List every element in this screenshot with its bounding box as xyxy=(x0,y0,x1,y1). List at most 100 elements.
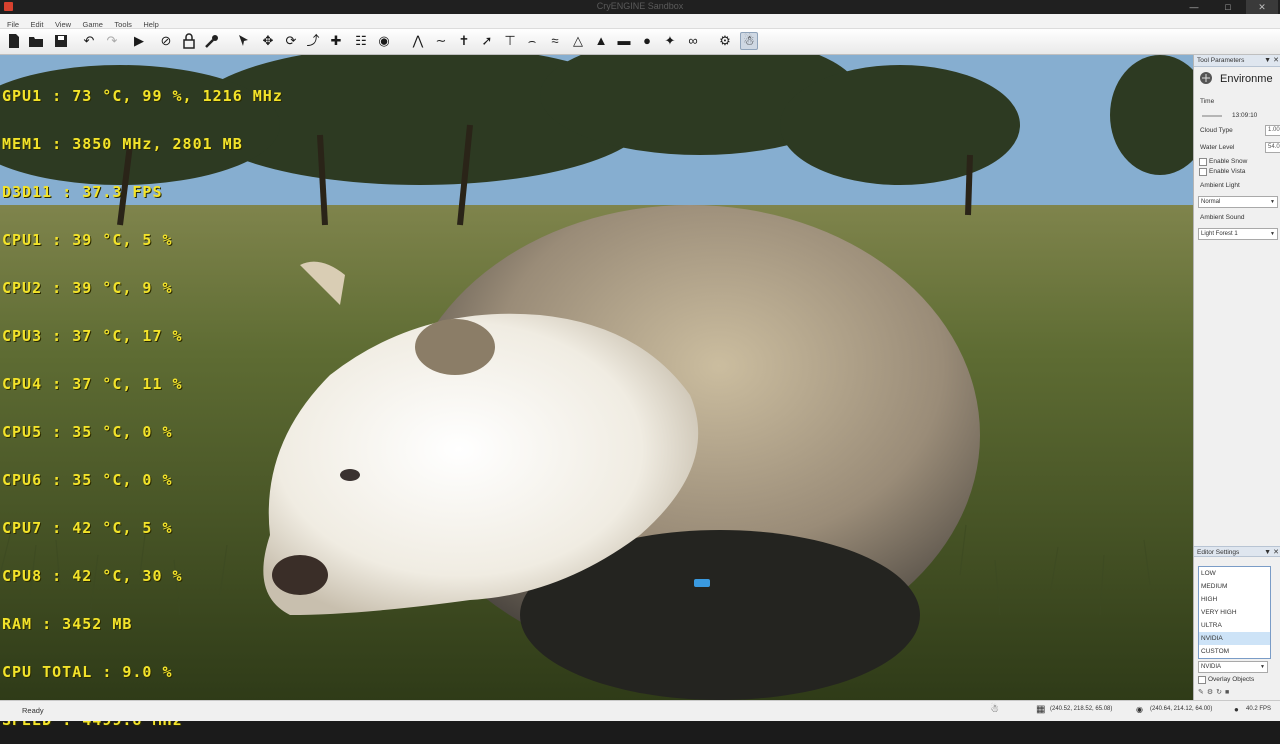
ambient-light-value: Normal xyxy=(1201,199,1221,205)
cloud-type-label: Cloud Type xyxy=(1200,127,1233,134)
brush-icon[interactable]: ≈ xyxy=(547,33,563,49)
close-panel-icon[interactable]: ✕ xyxy=(1273,55,1279,66)
pin-icon[interactable]: ▼ xyxy=(1264,547,1271,558)
camera-icon[interactable]: ● xyxy=(639,33,655,49)
save-icon[interactable] xyxy=(53,33,69,49)
stat-label: D3D11 xyxy=(2,183,53,201)
pin-icon[interactable]: ▼ xyxy=(1264,55,1271,66)
ambient-sound-label: Ambient Sound xyxy=(1200,214,1245,221)
undo-icon[interactable]: ↶ xyxy=(81,33,97,49)
maximize-button[interactable]: □ xyxy=(1212,0,1244,14)
lock-icon[interactable] xyxy=(181,33,197,49)
right-panel: Tool Parameters ▼ ✕ Environme Time 13:09… xyxy=(1193,55,1280,700)
water-level-field[interactable]: 54.0 xyxy=(1265,142,1280,153)
stat-row: CPU7 : 42 °C, 5 % xyxy=(2,520,283,536)
stat-label: CPU7 xyxy=(2,519,43,537)
rotate-icon[interactable]: ⟳ xyxy=(283,33,299,49)
cloud-type-field[interactable]: 1.00 xyxy=(1265,125,1280,136)
quality-option[interactable]: LOW xyxy=(1199,567,1270,580)
status-text: Ready xyxy=(22,706,44,715)
enable-snow-label: Enable Snow xyxy=(1209,158,1248,165)
close-panel-icon[interactable]: ✕ xyxy=(1273,547,1279,558)
wrench-icon[interactable] xyxy=(204,33,220,49)
overlay-objects-checkbox[interactable] xyxy=(1198,676,1206,684)
walker-icon[interactable]: ☃ xyxy=(990,704,999,715)
time-slider[interactable] xyxy=(1202,115,1222,117)
snap-grid-icon[interactable]: ✚ xyxy=(328,33,344,49)
fps-camera-icon[interactable]: ☃ xyxy=(740,32,758,50)
stat-label: CPU6 xyxy=(2,471,43,489)
open-folder-icon[interactable] xyxy=(28,33,44,49)
camera-coords: (240.64, 214.12, 64.00) xyxy=(1150,706,1213,712)
shape-icon[interactable]: ✝ xyxy=(456,33,472,49)
quality-option[interactable]: CUSTOM xyxy=(1199,645,1270,658)
play-icon[interactable]: ▶ xyxy=(131,33,147,49)
vegetation-icon[interactable]: ⌢ xyxy=(524,33,540,49)
close-button[interactable]: ✕ xyxy=(1246,0,1278,14)
stat-value: : 73 °C, 99 %, 1216 MHz xyxy=(52,87,283,105)
stat-row: CPU TOTAL : 9.0 % xyxy=(2,664,283,680)
quality-select[interactable]: NVIDIA ▼ xyxy=(1198,661,1268,673)
app-icon xyxy=(4,2,13,11)
object-icon[interactable]: ◉ xyxy=(376,33,392,49)
stat-value: : 3452 MB xyxy=(42,615,133,633)
camera-pos-icon: ◉ xyxy=(1136,705,1143,714)
stat-label: CPU TOTAL xyxy=(2,663,93,681)
stat-row: CPU5 : 35 °C, 0 % xyxy=(2,424,283,440)
stat-label: CPU1 xyxy=(2,231,43,249)
enable-snow-checkbox[interactable] xyxy=(1199,158,1207,166)
ambient-light-select[interactable]: Normal ▼ xyxy=(1198,196,1278,208)
physics-icon[interactable]: ∞ xyxy=(685,33,701,49)
stat-row: RAM : 3452 MB xyxy=(2,616,283,632)
tool-parameters-header: Tool Parameters ▼ ✕ xyxy=(1194,55,1280,67)
ambient-sound-value: Light Forest 1 xyxy=(1201,231,1238,237)
river-icon[interactable]: ∼ xyxy=(433,33,449,49)
quality-option[interactable]: VERY HIGH xyxy=(1199,606,1270,619)
stat-row: CPU4 : 37 °C, 11 % xyxy=(2,376,283,392)
stat-row: CPU2 : 39 °C, 9 % xyxy=(2,280,283,296)
quality-option[interactable]: HIGH xyxy=(1199,593,1270,606)
editor-settings-title: Editor Settings xyxy=(1197,549,1240,556)
stat-row: CPU8 : 42 °C, 30 % xyxy=(2,568,283,584)
stat-label: CPU3 xyxy=(2,327,43,345)
enable-vista-checkbox[interactable] xyxy=(1199,168,1207,176)
select-cursor-icon[interactable] xyxy=(236,33,252,49)
ai-point-icon[interactable]: ▬ xyxy=(616,33,632,49)
minimize-button[interactable]: — xyxy=(1178,0,1210,14)
solid-icon[interactable]: ▲ xyxy=(593,33,609,49)
stat-row: MEM1 : 3850 MHz, 2801 MB xyxy=(2,136,283,152)
status-bar: Ready ☃ ▦ (240.52, 218.52, 65.08) ◉ (240… xyxy=(0,700,1280,721)
settings-gear-icon[interactable]: ⚙ xyxy=(717,33,733,49)
quality-option-selected[interactable]: NVIDIA xyxy=(1199,632,1270,645)
stat-row: CPU1 : 39 °C, 5 % xyxy=(2,232,283,248)
toolbar: ↶ ↷ ▶ ⊘ ✥ ⟳ ⤴ ✚ ☷ ◉ ⋀ ∼ ✝ ➚ ⊤ ⌢ ≈ △ ▲ ▬ … xyxy=(0,29,1280,55)
stat-value: : 37 °C, 11 % xyxy=(52,375,183,393)
curve-icon[interactable]: ⊤ xyxy=(502,33,518,49)
chevron-down-icon: ▼ xyxy=(1270,231,1275,237)
stat-row: D3D11 : 37.3 FPS xyxy=(2,184,283,200)
render-icon[interactable]: ✦ xyxy=(662,33,678,49)
cursor-coords: (240.52, 218.52, 65.08) xyxy=(1050,706,1113,712)
road-icon[interactable]: ⋀ xyxy=(410,33,426,49)
quality-dropdown-list[interactable]: LOW MEDIUM HIGH VERY HIGH ULTRA NVIDIA C… xyxy=(1198,566,1271,659)
new-file-icon[interactable] xyxy=(6,33,22,49)
ambient-light-label: Ambient Light xyxy=(1200,182,1240,189)
chevron-down-icon: ▼ xyxy=(1270,199,1275,205)
quality-option[interactable]: ULTRA xyxy=(1199,619,1270,632)
path-icon[interactable]: ➚ xyxy=(479,33,495,49)
terrain-pos-icon: ▦ xyxy=(1036,704,1046,715)
quality-option[interactable]: MEDIUM xyxy=(1199,580,1270,593)
move-icon[interactable]: ✥ xyxy=(260,33,276,49)
redo-icon[interactable]: ↷ xyxy=(104,33,120,49)
performance-overlay: GPU1 : 73 °C, 99 %, 1216 MHz MEM1 : 3850… xyxy=(2,56,283,744)
time-label: Time xyxy=(1200,98,1215,105)
no-entry-icon[interactable]: ⊘ xyxy=(158,33,174,49)
panel-tool-icons[interactable]: ✎⚙↻■ xyxy=(1198,688,1276,698)
terrain-icon[interactable]: ☷ xyxy=(353,33,369,49)
stat-label: MEM1 xyxy=(2,135,43,153)
environment-icon xyxy=(1200,72,1212,84)
stat-value: : 35 °C, 0 % xyxy=(52,471,173,489)
water-icon[interactable]: △ xyxy=(570,33,586,49)
scale-icon[interactable]: ⤴ xyxy=(305,33,321,49)
ambient-sound-select[interactable]: Light Forest 1 ▼ xyxy=(1198,228,1278,240)
